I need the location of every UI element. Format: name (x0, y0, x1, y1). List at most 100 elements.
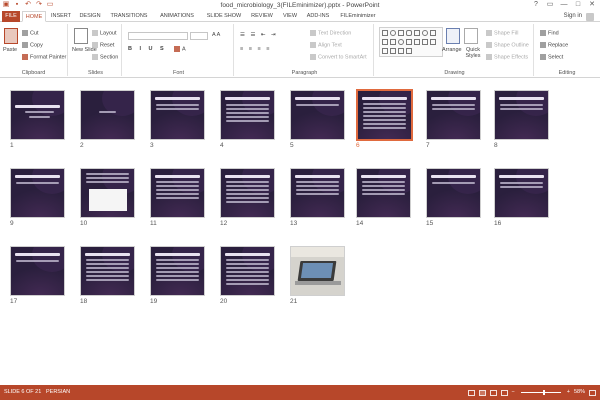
pentagon-shape-icon[interactable] (390, 39, 396, 45)
layout-button[interactable]: Layout (92, 30, 117, 36)
shape-fill-button[interactable]: Shape Fill (486, 30, 518, 36)
align-buttons[interactable]: ≡ ≡ ≡ ≡ (240, 46, 271, 52)
tab-fileminimizer[interactable]: FILEminimizer (336, 11, 380, 22)
tab-view[interactable]: VIEW (280, 11, 300, 22)
font-style-buttons[interactable]: B I U S (128, 46, 167, 52)
zoom-slider-knob[interactable] (542, 390, 545, 395)
slide-thumbnail-18[interactable] (80, 246, 135, 296)
tab-slide-show[interactable]: SLIDE SHOW (204, 11, 244, 22)
format-painter-button[interactable]: Format Painter (22, 54, 66, 60)
minimize-icon[interactable]: — (558, 0, 570, 10)
tab-file[interactable]: FILE (2, 11, 20, 22)
help-icon[interactable]: ? (530, 0, 542, 10)
normal-view-icon[interactable] (467, 389, 475, 396)
reset-button[interactable]: Reset (92, 42, 114, 48)
slide-sorter-view-icon[interactable] (478, 389, 486, 396)
block-arrow-shape-icon[interactable] (430, 39, 436, 45)
slide-thumbnail-16[interactable] (494, 168, 549, 218)
convert-smartart-button[interactable]: Convert to SmartArt (310, 54, 367, 60)
slide-thumbnail-14[interactable] (356, 168, 411, 218)
section-button[interactable]: Section (92, 54, 118, 60)
slide-thumbnail-17[interactable] (10, 246, 65, 296)
new-slide-icon[interactable] (74, 28, 88, 44)
flowchart-shape-icon[interactable] (382, 48, 388, 54)
find-button[interactable]: Find (540, 30, 559, 36)
tab-transitions[interactable]: TRANSITIONS (107, 11, 151, 22)
text-direction-icon (310, 30, 316, 36)
font-color-icon[interactable]: A (174, 46, 186, 52)
copy-button[interactable]: Copy (22, 42, 43, 48)
slide-thumbnail-9[interactable] (10, 168, 65, 218)
slide-thumbnail-11[interactable] (150, 168, 205, 218)
circle-shape-icon[interactable] (422, 30, 428, 36)
triangle-shape-icon[interactable] (382, 39, 388, 45)
slide-thumbnail-8[interactable] (494, 90, 549, 140)
replace-button[interactable]: Replace (540, 42, 568, 48)
paste-icon[interactable] (4, 28, 18, 44)
tab-add-ins[interactable]: ADD-INS (305, 11, 331, 22)
tab-review[interactable]: REVIEW (249, 11, 275, 22)
language-indicator[interactable]: PERSIAN (46, 385, 70, 400)
slide-thumbnail-15[interactable] (426, 168, 481, 218)
slide-thumbnail-5[interactable] (290, 90, 345, 140)
ribbon-display-icon[interactable]: ▭ (544, 0, 556, 10)
zoom-out-icon[interactable]: − (512, 385, 515, 400)
slide-thumbnail-2[interactable] (80, 90, 135, 140)
grow-shrink-font-icon[interactable]: A A (212, 32, 220, 38)
slide-thumbnail-1[interactable] (10, 90, 65, 140)
text-direction-button[interactable]: Text Direction (310, 30, 351, 36)
banner-shape-icon[interactable] (406, 48, 412, 54)
slide-thumbnail-6-selected[interactable] (356, 89, 413, 141)
cloud-shape-icon[interactable] (398, 48, 404, 54)
slide-thumbnail-10[interactable] (80, 168, 135, 218)
slide-thumbnail-12[interactable] (220, 168, 275, 218)
zoom-in-icon[interactable]: + (567, 385, 570, 400)
paste-button[interactable]: Paste (3, 47, 17, 53)
tab-animations[interactable]: ANIMATIONS (156, 11, 198, 22)
rounded-rect-shape-icon[interactable] (406, 30, 412, 36)
fit-to-window-icon[interactable] (589, 389, 596, 396)
reading-view-icon[interactable] (489, 389, 497, 396)
avatar[interactable] (586, 13, 594, 21)
textbox-shape-icon[interactable] (398, 30, 404, 36)
shapes-gallery[interactable] (379, 27, 443, 57)
ellipse-shape-icon[interactable] (398, 39, 404, 45)
maximize-icon[interactable]: □ (572, 0, 584, 10)
zoom-slider[interactable] (520, 390, 561, 395)
sign-in-link[interactable]: Sign in (564, 11, 582, 22)
arrange-icon[interactable] (446, 28, 460, 44)
zoom-level[interactable]: 58% (574, 385, 585, 400)
font-name-box[interactable] (128, 32, 188, 40)
slide-thumbnail-20[interactable] (220, 246, 275, 296)
oval-shape-icon[interactable] (390, 30, 396, 36)
quick-styles-icon[interactable] (464, 28, 478, 44)
close-icon[interactable]: ✕ (586, 0, 598, 10)
cut-button[interactable]: Cut (22, 30, 39, 36)
slideshow-view-icon[interactable] (500, 389, 508, 396)
arrow-shape-icon[interactable] (430, 30, 436, 36)
select-button[interactable]: Select (540, 54, 563, 60)
rectangle-shape-icon[interactable] (382, 30, 388, 36)
slide-thumbnail-4[interactable] (220, 90, 275, 140)
shape-outline-button[interactable]: Shape Outline (486, 42, 529, 48)
slide-thumbnail-7[interactable] (426, 90, 481, 140)
star-shape-icon[interactable] (414, 39, 420, 45)
shape-effects-button[interactable]: Shape Effects (486, 54, 528, 60)
tab-insert[interactable]: INSERT (50, 11, 72, 22)
arrange-button[interactable]: Arrange (442, 47, 462, 53)
quick-styles-button[interactable]: Quick Styles (462, 47, 484, 59)
slide-thumbnail-3[interactable] (150, 90, 205, 140)
slide-thumbnail-19[interactable] (150, 246, 205, 296)
tab-home[interactable]: HOME (22, 11, 46, 22)
font-size-box[interactable] (190, 32, 208, 40)
brace-shape-icon[interactable] (406, 39, 412, 45)
ribbon-tabs: FILE HOME INSERT DESIGN TRANSITIONS ANIM… (0, 11, 600, 22)
slide-thumbnail-13[interactable] (290, 168, 345, 218)
tab-design[interactable]: DESIGN (78, 11, 102, 22)
list-buttons[interactable]: ☰ ☰ ⇤ ⇥ (240, 32, 278, 38)
align-text-button[interactable]: Align Text (310, 42, 342, 48)
slide-thumbnail-21[interactable] (290, 246, 345, 296)
heart-shape-icon[interactable] (390, 48, 396, 54)
line-shape-icon[interactable] (414, 30, 420, 36)
callout-shape-icon[interactable] (422, 39, 428, 45)
